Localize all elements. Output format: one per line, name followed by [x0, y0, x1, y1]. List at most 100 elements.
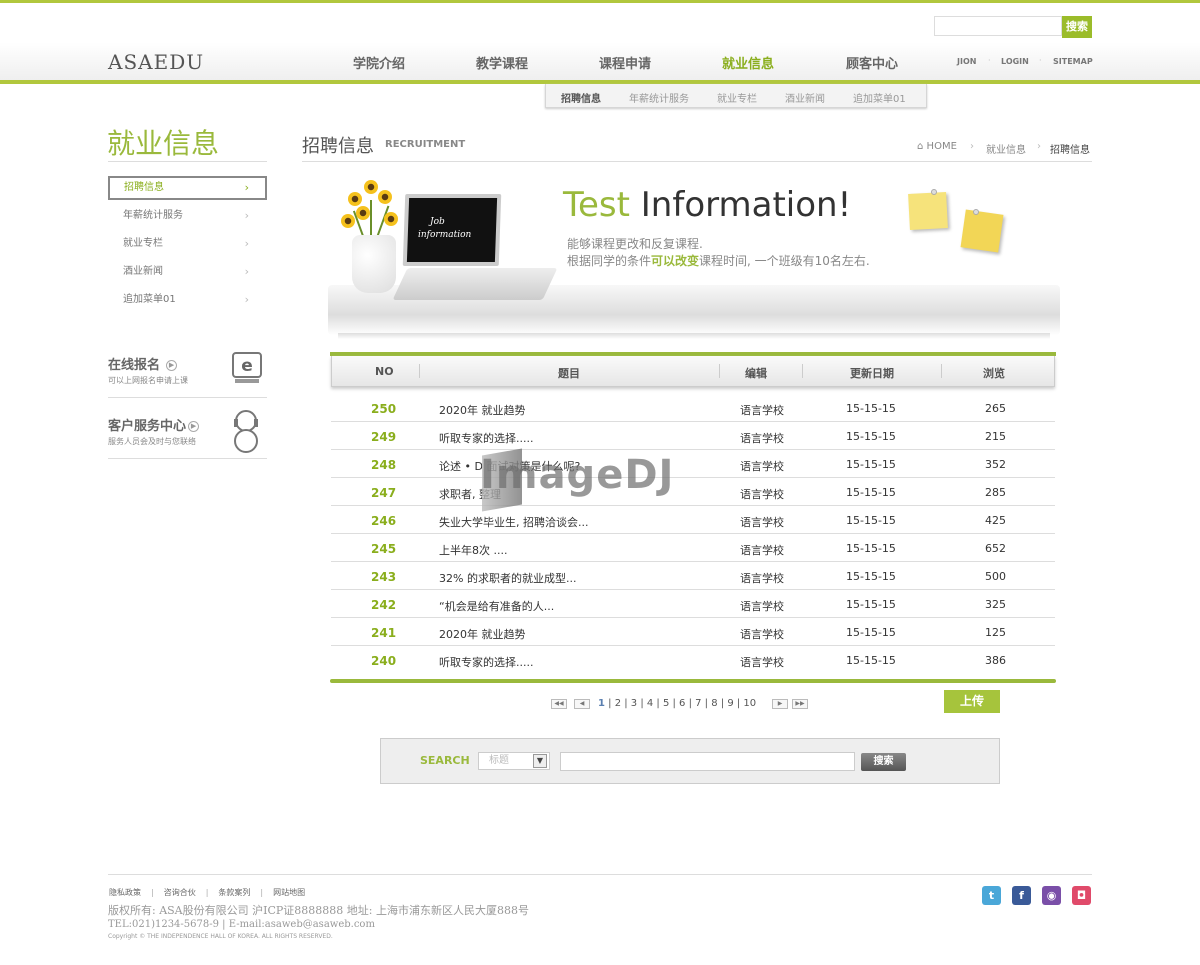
instagram-icon[interactable]: ◘ — [1072, 886, 1091, 905]
footer-link-privacy[interactable]: 隐私政策 — [109, 888, 141, 897]
logo[interactable]: ASAEDU — [108, 50, 204, 74]
table-row[interactable]: 250 2020年 就业趋势 语言学校 15-15-15 265 — [331, 394, 1055, 422]
nav-item-courses[interactable]: 教学课程 — [476, 53, 528, 72]
page-links[interactable]: | 2 | 3 | 4 | 5 | 6 | 7 | 8 | 9 | 10 — [605, 698, 756, 709]
row-views: 325 — [985, 598, 1006, 611]
row-no: 247 — [371, 486, 397, 500]
row-no: 242 — [371, 598, 397, 612]
computer-e-icon: e — [232, 352, 262, 383]
footer-copyright: 版权所有: ASA股份有限公司 沪ICP证8888888 地址: 上海市浦东新区… — [108, 904, 529, 917]
row-no: 241 — [371, 626, 397, 640]
svg-text:e: e — [241, 356, 253, 376]
sidebar-divider — [108, 161, 267, 162]
pagination[interactable]: 1 | 2 | 3 | 4 | 5 | 6 | 7 | 8 | 9 | 10 — [598, 698, 756, 709]
page-title: 招聘信息 — [302, 136, 374, 157]
facebook-icon[interactable]: f — [1012, 886, 1031, 905]
breadcrumb-home[interactable]: ⌂ HOME — [917, 141, 957, 152]
col-header-views: 浏览 — [983, 367, 1005, 380]
row-editor: 语言学校 — [740, 544, 784, 557]
row-editor: 语言学校 — [740, 404, 784, 417]
chevron-down-icon: ▼ — [533, 754, 547, 768]
chevron-right-icon: › — [244, 293, 249, 306]
table-row[interactable]: 246 失业大学毕业生, 招聘洽谈会... 语言学校 15-15-15 425 — [331, 506, 1055, 534]
sidebar-item-news[interactable]: 酒业新闻 › — [108, 260, 267, 284]
footer-link-sitemap[interactable]: 网站地图 — [273, 888, 305, 897]
subnav-bar: 招聘信息 年薪统计服务 就业专栏 酒业新闻 追加菜单01 — [545, 84, 927, 108]
col-header-date: 更新日期 — [850, 367, 894, 380]
row-date: 15-15-15 — [846, 570, 896, 583]
top-search-input[interactable] — [934, 16, 1062, 36]
sidebar-item-salary[interactable]: 年薪统计服务 › — [108, 204, 267, 228]
sidebar-item-label: 招聘信息 — [124, 182, 164, 193]
nav-item-jobs[interactable]: 就业信息 — [722, 53, 774, 72]
subnav-item-column[interactable]: 就业专栏 — [717, 90, 757, 105]
online-apply-title[interactable]: 在线报名 ▶ — [108, 354, 178, 373]
last-page-icon[interactable]: ▶▶ — [792, 699, 808, 709]
util-link-sitemap[interactable]: SITEMAP — [1053, 57, 1093, 66]
row-views: 265 — [985, 402, 1006, 415]
pin-icon — [931, 189, 937, 195]
page-title-en: RECRUITMENT — [385, 139, 466, 150]
row-editor: 语言学校 — [740, 572, 784, 585]
row-views: 125 — [985, 626, 1006, 639]
sidebar-item-label: 追加菜单01 — [123, 294, 176, 305]
search-field-select[interactable]: 标题 ▼ — [478, 752, 550, 770]
top-search-button[interactable]: 搜索 — [1062, 16, 1092, 38]
next-page-icon[interactable]: ▶ — [772, 699, 788, 709]
upload-button[interactable]: 上传 — [944, 690, 1000, 713]
row-no: 248 — [371, 458, 397, 472]
row-date: 15-15-15 — [846, 598, 896, 611]
row-editor: 语言学校 — [740, 600, 784, 613]
table-row[interactable]: 247 求职者, 整理 语言学校 15-15-15 285 — [331, 478, 1055, 506]
prev-page-icon[interactable]: ◀ — [574, 699, 590, 709]
twitter-icon[interactable]: t — [982, 886, 1001, 905]
podcast-icon[interactable]: ◉ — [1042, 886, 1061, 905]
util-link-join[interactable]: JION — [957, 57, 976, 66]
row-title[interactable]: 失业大学毕业生, 招聘洽谈会... — [439, 514, 588, 530]
sidebar-item-extra[interactable]: 追加菜单01 › — [108, 288, 267, 312]
table-row[interactable]: 245 上半年8次 .... 语言学校 15-15-15 652 — [331, 534, 1055, 562]
subnav-item-recruit[interactable]: 招聘信息 — [561, 90, 601, 105]
row-title[interactable]: 2020年 就业趋势 — [439, 626, 526, 642]
table-row[interactable]: 243 32% 的求职者的就业成型... 语言学校 15-15-15 500 — [331, 562, 1055, 590]
sidebar-divider — [108, 397, 267, 398]
row-title[interactable]: 上半年8次 .... — [439, 542, 507, 558]
search-input[interactable] — [560, 752, 855, 771]
row-title[interactable]: 32% 的求职者的就业成型... — [439, 570, 576, 586]
nav-item-customer[interactable]: 顾客中心 — [846, 53, 898, 72]
table-bottom-bar — [330, 679, 1056, 683]
footer-link-terms[interactable]: 条款案列 — [218, 888, 250, 897]
row-title[interactable]: 听取专家的选择..... — [439, 430, 533, 446]
row-title[interactable]: “机会是给有准备的人... — [439, 598, 554, 614]
home-icon: ⌂ — [917, 141, 924, 152]
banner-line-2: 根据同学的条件可以改变课程时间, 一个班级有10名左右. — [567, 254, 870, 268]
chevron-right-icon: › — [244, 181, 249, 194]
table-row[interactable]: 249 听取专家的选择..... 语言学校 15-15-15 215 — [331, 422, 1055, 450]
row-title[interactable]: 听取专家的选择..... — [439, 654, 533, 670]
footer-link-partner[interactable]: 咨询合伙 — [164, 888, 196, 897]
first-page-icon[interactable]: ◀◀ — [551, 699, 567, 709]
util-link-login[interactable]: LOGIN — [1001, 57, 1029, 66]
row-editor: 语言学校 — [740, 628, 784, 641]
sidebar-item-label: 酒业新闻 — [123, 266, 163, 277]
row-editor: 语言学校 — [740, 516, 784, 529]
row-title[interactable]: 2020年 就业趋势 — [439, 402, 526, 418]
table-row[interactable]: 242 “机会是给有准备的人... 语言学校 15-15-15 325 — [331, 590, 1055, 618]
subnav-item-news[interactable]: 酒业新闻 — [785, 90, 825, 105]
customer-service-title[interactable]: 客户服务中心 ▶ — [108, 415, 200, 434]
subnav-item-extra[interactable]: 追加菜单01 — [853, 90, 906, 105]
table-row[interactable]: 241 2020年 就业趋势 语言学校 15-15-15 125 — [331, 618, 1055, 646]
breadcrumb-current: 招聘信息 — [1050, 145, 1090, 156]
footer-divider — [108, 874, 1092, 875]
search-button[interactable]: 搜索 — [861, 753, 906, 771]
table-row[interactable]: 248 论述 • D 面试对策是什么呢? 语言学校 15-15-15 352 — [331, 450, 1055, 478]
footer-copyright-en: Copyright © THE INDEPENDENCE HALL OF KOR… — [108, 933, 333, 940]
nav-item-about[interactable]: 学院介绍 — [353, 53, 405, 72]
sidebar-item-recruit[interactable]: 招聘信息 › — [108, 176, 267, 200]
subnav-item-salary[interactable]: 年薪统计服务 — [629, 90, 689, 105]
table-row[interactable]: 240 听取专家的选择..... 语言学校 15-15-15 386 — [331, 646, 1055, 674]
breadcrumb-jobs[interactable]: 就业信息 — [986, 141, 1026, 156]
nav-item-apply[interactable]: 课程申请 — [599, 53, 651, 72]
sidebar-item-column[interactable]: 就业专栏 › — [108, 232, 267, 256]
online-apply-sub: 可以上网报名申请上课 — [108, 376, 188, 385]
